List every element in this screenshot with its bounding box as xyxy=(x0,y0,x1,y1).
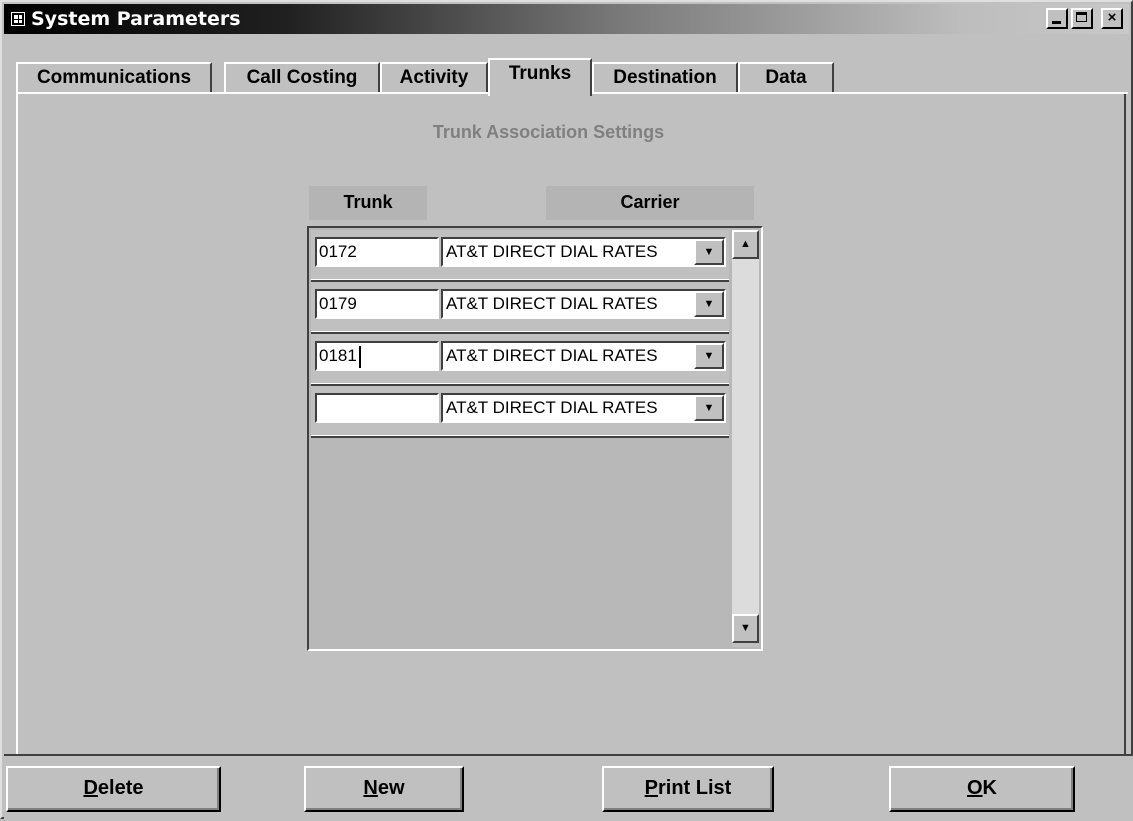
delete-label: elete xyxy=(97,777,144,799)
trunk-field-value: 0181 xyxy=(319,346,357,365)
system-parameters-window: System Parameters × Communications Call … xyxy=(0,0,1133,821)
table-row: 0179 AT&T DIRECT DIAL RATES ▼ xyxy=(311,282,729,334)
minimize-button[interactable] xyxy=(1046,8,1068,29)
maximize-button[interactable] xyxy=(1071,8,1093,29)
ok-label: K xyxy=(982,777,997,799)
scroll-track[interactable] xyxy=(732,259,759,614)
table-row: 0181 AT&T DIRECT DIAL RATES ▼ xyxy=(311,334,729,386)
form-icon xyxy=(11,12,25,26)
button-bar: Delete New Print List OK xyxy=(4,754,1133,821)
trunk-field[interactable]: 0172 xyxy=(315,237,439,267)
title-bar[interactable]: System Parameters × xyxy=(4,4,1129,34)
trunk-field[interactable]: 0181 xyxy=(315,341,439,371)
carrier-value: AT&T DIRECT DIAL RATES xyxy=(446,294,658,313)
carrier-select[interactable]: AT&T DIRECT DIAL RATES ▼ xyxy=(441,393,726,423)
section-title: Trunk Association Settings xyxy=(432,122,665,142)
print-accelerator: P xyxy=(644,777,658,799)
carrier-column-header: Carrier xyxy=(546,186,754,220)
window-title: System Parameters xyxy=(31,8,241,30)
close-button[interactable]: × xyxy=(1101,8,1123,29)
scroll-up-icon[interactable]: ▲ xyxy=(732,230,759,259)
trunk-field[interactable]: 0179 xyxy=(315,289,439,319)
vertical-scrollbar[interactable]: ▲ ▼ xyxy=(732,230,759,647)
carrier-select[interactable]: AT&T DIRECT DIAL RATES ▼ xyxy=(441,289,726,319)
new-accelerator: N xyxy=(363,777,378,799)
tab-destination[interactable]: Destination xyxy=(592,62,738,94)
maximize-icon xyxy=(1076,12,1087,22)
scroll-down-icon[interactable]: ▼ xyxy=(732,614,759,643)
new-label: ew xyxy=(377,777,405,799)
new-button[interactable]: New xyxy=(304,766,464,812)
dropdown-arrow-icon[interactable]: ▼ xyxy=(694,291,724,317)
carrier-value: AT&T DIRECT DIAL RATES xyxy=(446,398,658,417)
print-label: rint List xyxy=(658,777,732,799)
table-row: 0172 AT&T DIRECT DIAL RATES ▼ xyxy=(311,230,729,282)
close-icon: × xyxy=(1107,9,1117,26)
carrier-value: AT&T DIRECT DIAL RATES xyxy=(446,346,658,365)
carrier-select[interactable]: AT&T DIRECT DIAL RATES ▼ xyxy=(441,237,726,267)
print-list-button[interactable]: Print List xyxy=(602,766,774,812)
ok-button[interactable]: OK xyxy=(889,766,1075,812)
delete-accelerator: D xyxy=(83,777,98,799)
tab-call-costing[interactable]: Call Costing xyxy=(224,62,380,94)
dropdown-arrow-icon[interactable]: ▼ xyxy=(694,395,724,421)
trunk-column-header: Trunk xyxy=(309,186,427,220)
dropdown-arrow-icon[interactable]: ▼ xyxy=(694,239,724,265)
delete-button[interactable]: Delete xyxy=(6,766,221,812)
table-row: AT&T DIRECT DIAL RATES ▼ xyxy=(311,386,729,438)
minimize-icon xyxy=(1052,21,1061,24)
tab-strip: Communications Call Costing Activity Tru… xyxy=(16,58,1128,96)
tab-trunks[interactable]: Trunks xyxy=(488,58,592,96)
ok-accelerator: O xyxy=(966,777,983,799)
tab-data[interactable]: Data xyxy=(738,62,834,94)
tab-activity[interactable]: Activity xyxy=(380,62,488,94)
tab-communications[interactable]: Communications xyxy=(16,62,212,94)
text-cursor xyxy=(358,345,361,368)
trunk-list-subform: 0172 AT&T DIRECT DIAL RATES ▼ 0179 AT&T … xyxy=(307,226,763,651)
carrier-value: AT&T DIRECT DIAL RATES xyxy=(446,242,658,261)
trunk-field[interactable] xyxy=(315,393,439,423)
dropdown-arrow-icon[interactable]: ▼ xyxy=(694,343,724,369)
carrier-select[interactable]: AT&T DIRECT DIAL RATES ▼ xyxy=(441,341,726,371)
